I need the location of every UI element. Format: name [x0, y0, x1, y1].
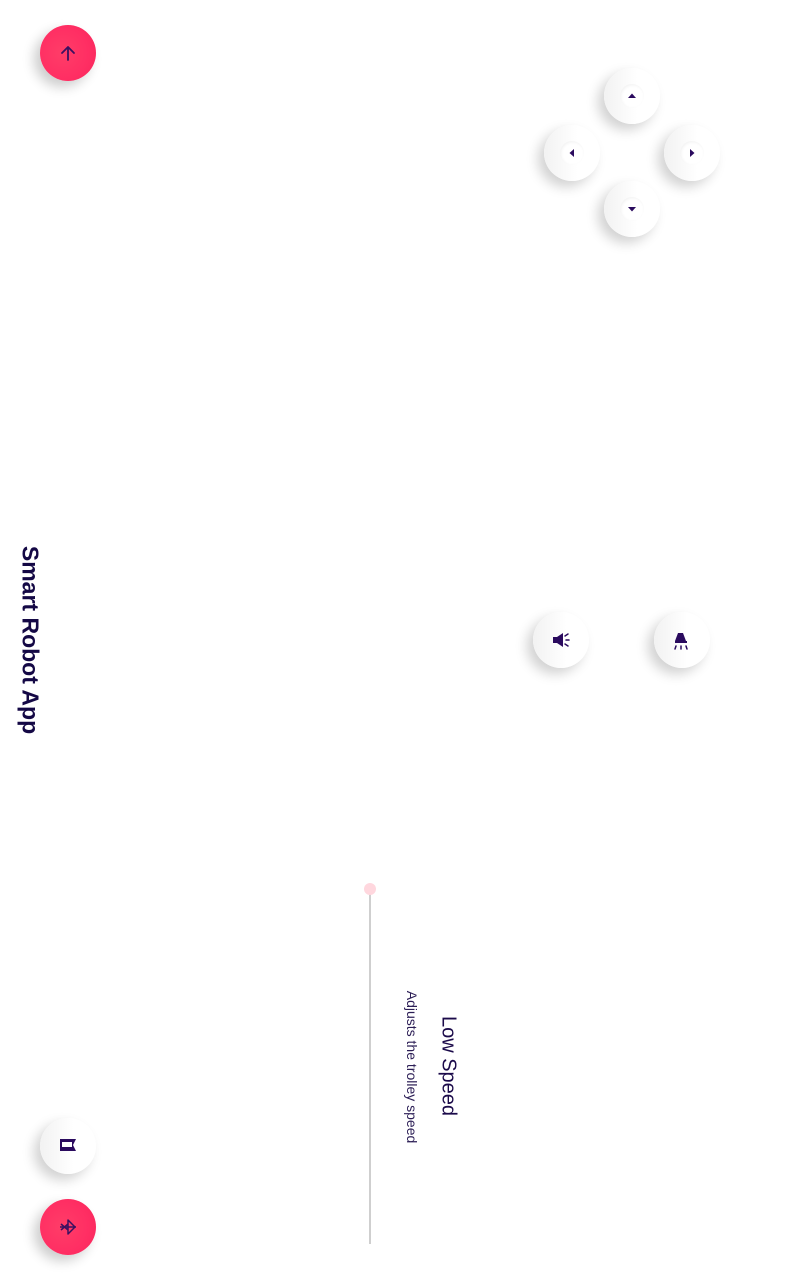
bluetooth-disabled-icon: [60, 1219, 76, 1235]
flag-icon: [60, 1139, 76, 1151]
dpad-left-button[interactable]: [544, 125, 600, 181]
arrow-up-button[interactable]: [40, 25, 96, 81]
lamp-icon: [674, 633, 688, 650]
app-title: Smart Robot App: [17, 545, 44, 735]
arrow-up-icon: [61, 46, 75, 61]
dpad-down-button[interactable]: [604, 181, 660, 237]
speed-description: Adjusts the trolley speed: [404, 990, 420, 1144]
speed-slider-thumb[interactable]: [364, 883, 376, 895]
speed-slider-track[interactable]: [369, 889, 371, 1244]
bluetooth-button[interactable]: [40, 1199, 96, 1255]
speed-title: Low Speed: [437, 1015, 460, 1117]
caret-right-icon: [690, 149, 695, 157]
horn-button[interactable]: [533, 612, 589, 668]
caret-up-icon: [628, 93, 636, 98]
light-button[interactable]: [654, 612, 710, 668]
flag-button[interactable]: [40, 1118, 96, 1174]
caret-left-icon: [569, 149, 574, 157]
dpad-right-button[interactable]: [664, 125, 720, 181]
caret-down-icon: [628, 207, 636, 212]
dpad-up-button[interactable]: [604, 68, 660, 124]
megaphone-icon: [553, 633, 570, 647]
